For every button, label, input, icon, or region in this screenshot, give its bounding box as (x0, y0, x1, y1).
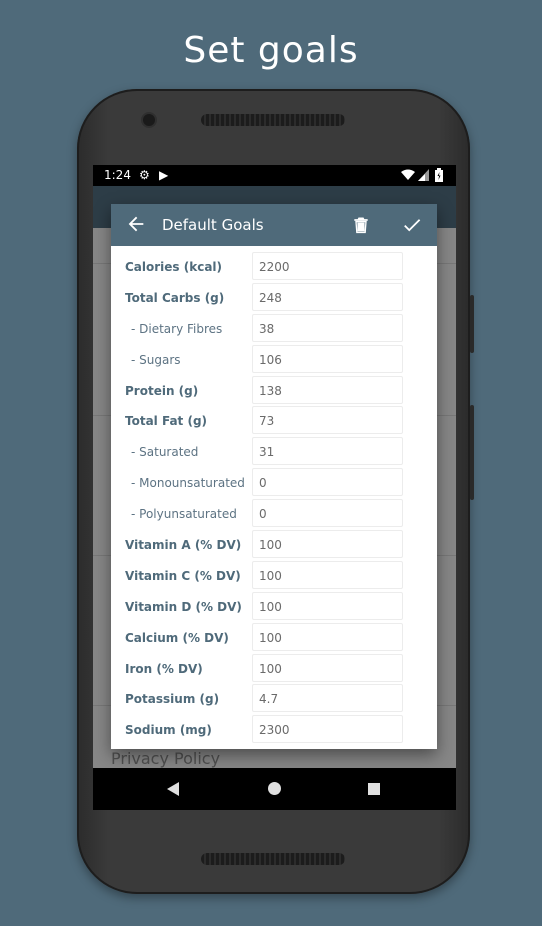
status-time: 1:24 (104, 168, 131, 182)
goal-value-input[interactable]: 100 (252, 591, 403, 620)
arrow-left-icon[interactable] (125, 213, 147, 235)
goal-row: - Saturated 31 (111, 437, 437, 468)
goal-label: Protein (g) (125, 383, 199, 398)
nav-recents-icon[interactable] (368, 783, 380, 795)
goal-row: Vitamin C (% DV) 100 (111, 560, 437, 592)
page-headline: Set goals (183, 30, 359, 71)
wifi-icon (401, 169, 415, 180)
phone-screen: Privacy Policy 1:24 ⚙ ▶ Default Goals Ca… (93, 165, 456, 810)
goal-label: Vitamin C (% DV) (125, 568, 241, 583)
goal-value-input[interactable]: 0 (252, 499, 403, 528)
goal-value-input[interactable]: 4.7 (252, 684, 403, 713)
goal-row: Total Fat (g) 73 (111, 406, 437, 437)
goal-label: Calories (kcal) (125, 260, 223, 274)
nav-home-icon[interactable] (268, 782, 281, 795)
power-button (470, 405, 474, 500)
play-store-icon: ▶ (159, 168, 169, 182)
signal-icon (418, 169, 429, 181)
goal-value-input[interactable]: 31 (252, 437, 403, 466)
goal-value-input[interactable]: 138 (252, 375, 403, 404)
goal-value-input[interactable]: 38 (252, 313, 403, 342)
goal-label: Vitamin A (% DV) (125, 538, 242, 553)
goal-value-input[interactable]: 2300 (252, 715, 403, 744)
nav-back-icon[interactable] (167, 782, 179, 796)
goal-row: Sodium (mg) 2300 (111, 715, 437, 746)
goal-value-input[interactable]: 0 (252, 468, 403, 497)
navigation-bar (93, 768, 456, 810)
goal-value-input[interactable]: 100 (252, 622, 403, 651)
trash-icon[interactable] (351, 215, 371, 235)
goal-row: Vitamin D (% DV) 100 (111, 591, 437, 623)
volume-button (470, 295, 474, 353)
goal-row: Vitamin A (% DV) 100 (111, 530, 437, 561)
top-speaker (201, 114, 345, 126)
goal-value-input[interactable]: 106 (252, 344, 403, 373)
goal-label: - Dietary Fibres (131, 321, 223, 336)
goal-label: Vitamin D (% DV) (125, 599, 242, 614)
front-camera (143, 114, 155, 126)
goal-row: - Polyunsaturated 0 (111, 499, 437, 530)
goal-value-input[interactable]: 100 (252, 560, 403, 589)
default-goals-dialog: Default Goals Calories (kcal) 2200 Total C… (111, 204, 437, 749)
goal-label: - Polyunsaturated (131, 507, 237, 522)
goal-row: Potassium (g) 4.7 (111, 684, 437, 715)
goals-list: Calories (kcal) 2200 Total Carbs (g) 248- D… (111, 252, 437, 746)
dialog-title: Default Goals (162, 216, 264, 234)
goal-value-input[interactable]: 73 (252, 406, 403, 435)
goal-label: - Sugars (131, 352, 181, 367)
goal-value-input[interactable]: 248 (252, 282, 403, 311)
goal-label: Sodium (mg) (125, 723, 212, 738)
goal-label: Iron (% DV) (125, 661, 203, 676)
status-bar: 1:24 ⚙ ▶ (93, 165, 456, 186)
goal-value-input[interactable]: 100 (252, 653, 403, 682)
goal-row: - Dietary Fibres 38 (111, 313, 437, 345)
goal-row: Calcium (% DV) 100 (111, 622, 437, 654)
goal-row: Total Carbs (g) 248 (111, 282, 437, 314)
goal-row: - Monounsaturated 0 (111, 468, 437, 499)
check-icon[interactable] (401, 214, 423, 236)
goal-row: Protein (g) 138 (111, 375, 437, 407)
battery-icon (435, 168, 443, 182)
goal-row: - Sugars 106 (111, 344, 437, 376)
goal-row: Calories (kcal) 2200 (111, 252, 437, 283)
goal-value-input[interactable]: 2200 (252, 252, 403, 280)
bottom-speaker (201, 853, 345, 865)
goal-label: - Saturated (131, 445, 199, 460)
goal-row: Iron (% DV) 100 (111, 653, 437, 685)
goal-value-input[interactable]: 100 (252, 530, 403, 559)
goal-label: Calcium (% DV) (125, 630, 229, 645)
dialog-header: Default Goals (111, 204, 437, 246)
goal-label: Total Fat (g) (125, 414, 208, 429)
goal-label: - Monounsaturated (131, 476, 245, 491)
goal-label: Potassium (g) (125, 692, 220, 707)
goal-label: Total Carbs (g) (125, 290, 225, 305)
gear-icon: ⚙ (139, 168, 150, 182)
